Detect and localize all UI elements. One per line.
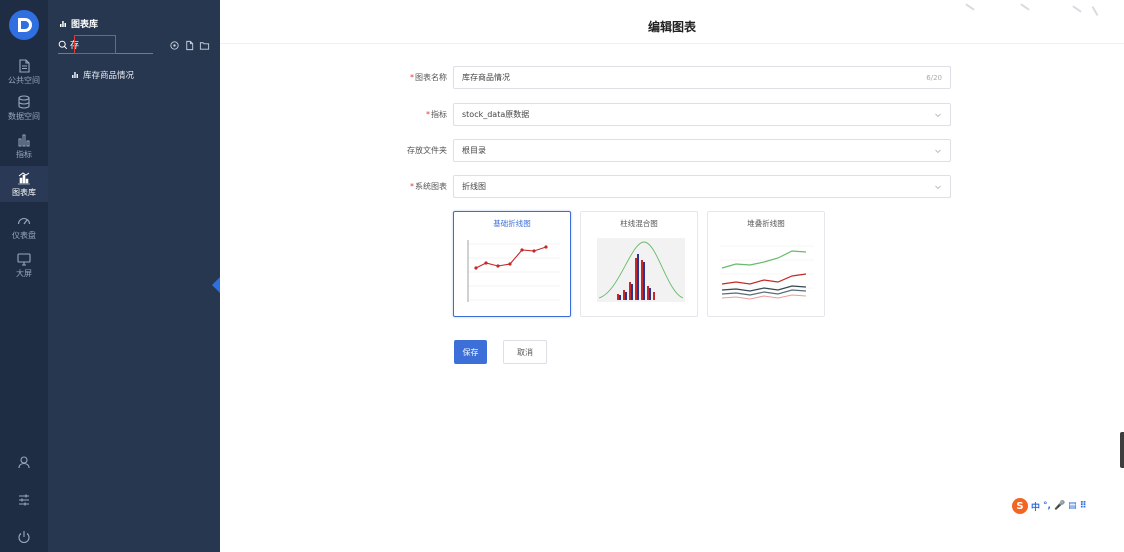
chart-style-options: 基础折线图 柱线混合图 堆叠折线图 (453, 211, 825, 317)
rail-label: 数据空间 (8, 112, 40, 121)
metric-select[interactable]: stock_data原数据 (453, 103, 951, 126)
chart-option-label: 堆叠折线图 (747, 219, 785, 228)
ime-logo-icon[interactable]: S (1012, 498, 1028, 514)
annotation-highlight-box (74, 35, 116, 54)
chart-option-label: 基础折线图 (493, 219, 531, 228)
ime-item[interactable]: 中 (1031, 500, 1040, 513)
chart-icon (71, 72, 79, 79)
main-content: 编辑图表 *图表名称 库存商品情况 6/20 *指标 stock_data原数据… (220, 0, 1124, 552)
rail-label: 指标 (16, 150, 32, 159)
icon-rail: 公共空间 数据空间 指标 图表库 仪表盘 大屏 (0, 0, 48, 552)
chevron-down-icon (935, 113, 941, 117)
chevron-down-icon (935, 185, 941, 189)
chart-library-icon (59, 20, 67, 28)
ime-item[interactable]: 🎤 (1054, 501, 1065, 511)
search-icon (58, 40, 68, 49)
rail-item-metrics[interactable]: 指标 (0, 129, 48, 163)
stacked-line-thumbnail (720, 245, 814, 300)
power-icon (18, 531, 30, 544)
form-label: 存放文件夹 (407, 146, 447, 155)
gauge-icon (17, 218, 31, 225)
sliders-icon (19, 494, 29, 506)
app-logo[interactable] (9, 10, 39, 40)
chart-type-value: 折线图 (462, 182, 486, 191)
decorative-mark (965, 3, 975, 11)
decorative-mark (1072, 5, 1082, 13)
ime-item[interactable]: ⠿ (1080, 501, 1087, 511)
search-tools (169, 40, 210, 51)
main-header: 编辑图表 (220, 0, 1124, 44)
logout-button[interactable] (0, 529, 48, 549)
ime-toolbar: S 中 °, 🎤 ▤ ⠿ (1012, 498, 1087, 514)
rail-item-chart-library[interactable]: 图表库 (0, 166, 48, 202)
ime-item[interactable]: °, (1043, 501, 1051, 511)
tree-item[interactable]: 库存商品情况 (70, 69, 134, 81)
char-counter: 6/20 (926, 73, 942, 82)
database-icon (18, 95, 30, 109)
tree-item-label: 库存商品情况 (83, 71, 135, 81)
logo-icon (10, 11, 38, 39)
document-icon (19, 59, 30, 73)
rail-item-dashboard[interactable]: 仪表盘 (0, 210, 48, 244)
form-row-metric: *指标 stock_data原数据 (380, 103, 951, 126)
rail-label: 大屏 (16, 269, 32, 278)
chart-type-select[interactable]: 折线图 (453, 175, 951, 198)
form-label: *图表名称 (410, 73, 447, 82)
monitor-icon (17, 253, 31, 266)
save-button[interactable]: 保存 (454, 340, 487, 364)
bar-line-combo-thumbnail (597, 238, 685, 302)
panel-title-text: 图表库 (71, 20, 99, 30)
metric-value: stock_data原数据 (462, 110, 530, 119)
decorative-mark (1020, 3, 1030, 11)
form-row-folder: 存放文件夹 根目录 (380, 139, 951, 162)
form-row-chart-type: *系统图表 折线图 (380, 175, 951, 198)
chart-option-label: 柱线混合图 (620, 219, 658, 228)
ime-item[interactable]: ▤ (1068, 501, 1077, 511)
rail-item-big-screen[interactable]: 大屏 (0, 248, 48, 282)
new-file-icon[interactable] (184, 40, 195, 51)
chart-library-icon (18, 172, 30, 185)
page-title: 编辑图表 (647, 20, 696, 34)
user-button[interactable] (0, 454, 48, 474)
form-label: *指标 (426, 110, 447, 119)
chart-option-bar-line-combo[interactable]: 柱线混合图 (580, 211, 698, 317)
form-row-chart-name: *图表名称 库存商品情况 6/20 (380, 66, 951, 89)
panel-title: 图表库 (58, 17, 98, 30)
target-icon[interactable] (169, 40, 180, 51)
basic-line-thumbnail (467, 240, 560, 302)
search-row (58, 35, 210, 54)
chart-option-stacked-line[interactable]: 堆叠折线图 (707, 211, 825, 317)
app-root: 公共空间 数据空间 指标 图表库 仪表盘 大屏 图表库 存 库存商品情况 编辑图… (0, 0, 1124, 552)
rail-item-public-space[interactable]: 公共空间 (0, 55, 48, 89)
chevron-down-icon (935, 149, 941, 153)
form-label: *系统图表 (410, 182, 447, 191)
chart-option-basic-line[interactable]: 基础折线图 (453, 211, 571, 317)
decorative-mark (1091, 6, 1099, 16)
rail-label: 仪表盘 (12, 231, 36, 240)
folder-select[interactable]: 根目录 (453, 139, 951, 162)
chart-tree-panel: 图表库 库存商品情况 (48, 0, 220, 552)
bar-chart-icon (18, 134, 30, 147)
settings-button[interactable] (0, 492, 48, 512)
rail-item-data-space[interactable]: 数据空间 (0, 91, 48, 125)
folder-value: 根目录 (462, 146, 486, 155)
cancel-button[interactable]: 取消 (503, 340, 547, 364)
rail-label: 公共空间 (8, 76, 40, 85)
new-folder-icon[interactable] (199, 40, 210, 51)
chart-name-input[interactable]: 库存商品情况 6/20 (453, 66, 951, 89)
edge-handle[interactable] (1120, 432, 1124, 468)
chart-name-value: 库存商品情况 (462, 73, 510, 82)
user-icon (18, 456, 30, 469)
rail-label: 图表库 (12, 188, 36, 197)
